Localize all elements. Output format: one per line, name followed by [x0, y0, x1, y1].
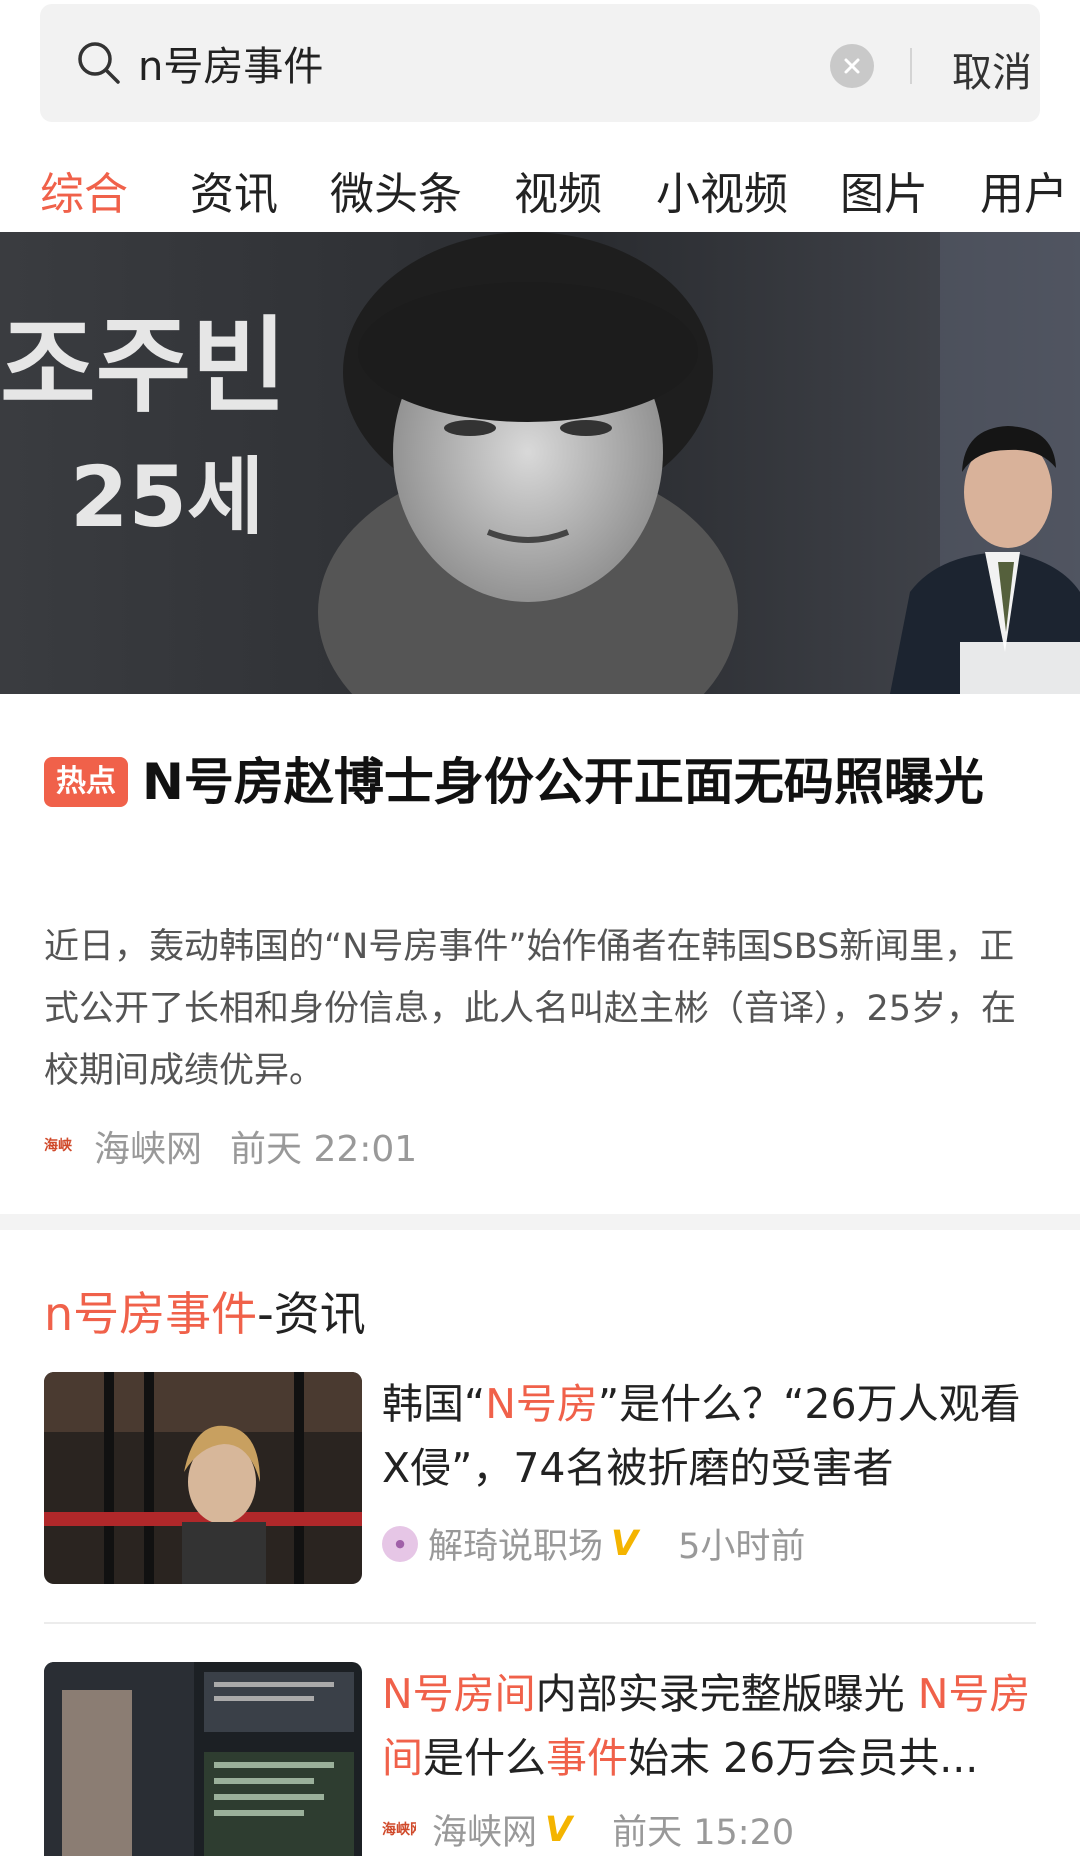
cancel-button[interactable]: 取消 — [952, 40, 1032, 98]
featured-source[interactable]: 海峡网 — [94, 1120, 202, 1172]
news-time: 5小时前 — [678, 1527, 806, 1567]
search-divider — [910, 48, 912, 84]
close-icon — [844, 58, 860, 74]
news-source[interactable]: 解琦说职场 — [428, 1518, 603, 1569]
source-logo-icon: 海峡网 — [382, 1821, 416, 1838]
row-divider — [44, 1622, 1036, 1624]
overlay-age: 25세 — [70, 448, 264, 546]
tab-micro-headlines[interactable]: 微头条 — [330, 158, 462, 222]
featured-time: 前天 22:01 — [230, 1129, 418, 1170]
source-logo-icon: 海峡网 — [44, 1138, 72, 1154]
verified-badge: V — [545, 1809, 573, 1850]
featured-image[interactable]: 조주빈 25세 — [0, 232, 1080, 694]
category-tabs: 综合 资讯 微头条 视频 小视频 图片 用户 — [0, 146, 1080, 226]
news-thumbnail — [44, 1372, 362, 1584]
avatar: ● — [382, 1525, 418, 1562]
tab-comprehensive[interactable]: 综合 — [40, 158, 128, 222]
overlay-name: 조주빈 — [0, 305, 287, 427]
search-input[interactable] — [138, 30, 698, 96]
section-title-keyword: n号房事件 — [44, 1287, 258, 1341]
featured-summary: 近日，轰动韩国的“N号房事件”始作俑者在韩国SBS新闻里，正式公开了长相和身份信… — [44, 927, 1017, 1091]
news-meta: 海峡网 海峡网 V 前天 15:20 — [382, 1804, 794, 1855]
title-text: 内部实录完整版曝光 — [535, 1670, 918, 1718]
title-text: 始末 26万会员共... — [628, 1734, 979, 1782]
featured-title: N号房赵博士身份公开正面无码照曝光 — [142, 753, 984, 811]
featured-headline[interactable]: 热点 N号房赵博士身份公开正面无码照曝光 — [44, 742, 1044, 822]
news-broadcast-illustration: 조주빈 25세 — [0, 232, 1080, 694]
news-source[interactable]: 海峡网 — [432, 1804, 537, 1855]
news-title: 韩国“N号房”是什么？“26万人观看X侵”，74名被折磨的受害者 — [382, 1372, 1042, 1500]
tab-video[interactable]: 视频 — [514, 158, 602, 222]
clear-search-button[interactable] — [830, 44, 874, 88]
tab-images[interactable]: 图片 — [840, 158, 928, 222]
tab-news[interactable]: 资讯 — [190, 158, 278, 222]
title-text: 是什么 — [423, 1734, 546, 1782]
news-meta: ● 解琦说职场 V 5小时前 — [382, 1518, 805, 1569]
news-time: 前天 15:20 — [612, 1813, 795, 1853]
search-icon — [78, 42, 120, 84]
tab-users[interactable]: 用户 — [980, 158, 1068, 222]
verified-badge: V — [611, 1523, 639, 1564]
list-item[interactable]: N号房间内部实录完整版曝光 N号房间是什么事件始末 26万会员共... 海峡网 … — [44, 1662, 1036, 1856]
section-title[interactable]: n号房事件-资讯 — [44, 1278, 366, 1344]
title-keyword: N号房间 — [382, 1670, 536, 1718]
section-divider — [0, 1214, 1080, 1230]
title-text: 韩国“ — [382, 1380, 486, 1428]
news-thumbnail — [44, 1662, 362, 1856]
featured-meta: 海峡网 海峡网 前天 22:01 — [44, 1120, 417, 1172]
title-keyword: N号房 — [485, 1380, 598, 1428]
title-keyword: 事件 — [546, 1734, 628, 1782]
search-bar: 取消 — [40, 4, 1040, 122]
list-item[interactable]: 韩国“N号房”是什么？“26万人观看X侵”，74名被折磨的受害者 ● 解琦说职场… — [44, 1372, 1036, 1584]
section-title-suffix: -资讯 — [257, 1287, 366, 1341]
news-title: N号房间内部实录完整版曝光 N号房间是什么事件始末 26万会员共... — [382, 1662, 1042, 1790]
tab-short-video[interactable]: 小视频 — [656, 158, 788, 222]
hot-badge: 热点 — [44, 757, 128, 807]
